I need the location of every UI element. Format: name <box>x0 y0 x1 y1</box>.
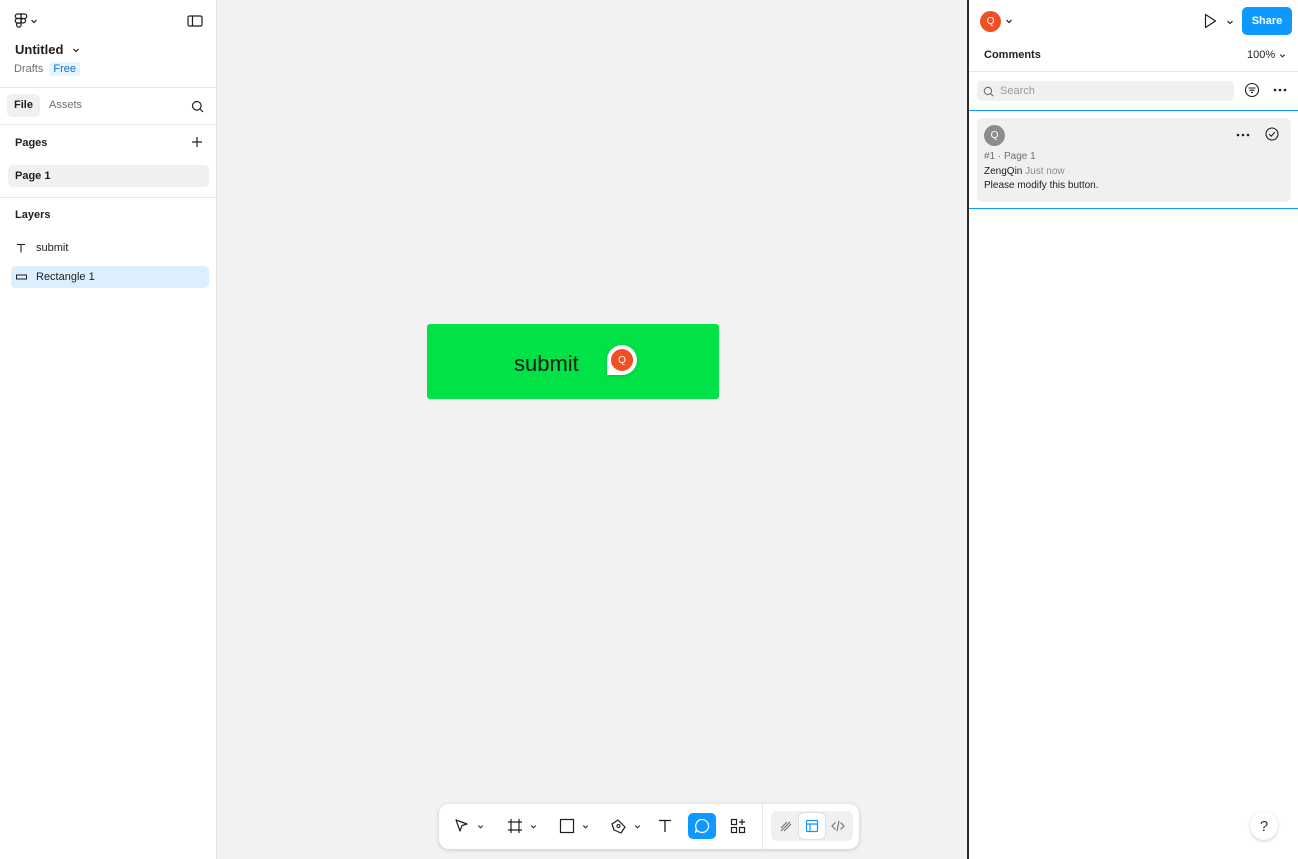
comment-thread-selected: Q #1 · Page 1 ZengQin Just now Please mo… <box>969 110 1298 209</box>
sidebar-icon <box>187 14 203 28</box>
widgets-icon <box>730 818 746 834</box>
comment-time: Just now <box>1025 166 1065 177</box>
chevron-down-icon <box>1279 52 1286 59</box>
more-icon <box>1235 127 1251 143</box>
plan-badge: Free <box>49 62 80 76</box>
plus-icon <box>191 136 203 148</box>
right-header: Q Share <box>969 0 1298 42</box>
search-icon <box>983 86 994 97</box>
chevron-down-icon <box>582 823 589 830</box>
layer-item-submit[interactable]: submit <box>11 237 209 259</box>
comment-icon <box>694 818 710 834</box>
check-circle-icon <box>1265 127 1279 141</box>
canvas[interactable]: submit Q <box>217 0 967 859</box>
comments-header: Comments 100% <box>969 42 1298 72</box>
pages-title: Pages <box>15 137 48 149</box>
file-name-menu[interactable]: Untitled <box>15 42 80 57</box>
tab-file[interactable]: File <box>7 94 40 117</box>
file-location: Drafts Free <box>14 62 80 76</box>
thread-meta: #1 · Page 1 <box>984 151 1036 162</box>
canvas-submit-text[interactable]: submit <box>514 351 579 377</box>
file-name: Untitled <box>15 42 64 57</box>
text-icon <box>657 818 673 834</box>
avatar: Q <box>984 125 1005 146</box>
comment-author: ZengQin <box>984 166 1023 177</box>
chevron-down-icon[interactable] <box>1005 17 1013 25</box>
text-icon <box>11 243 31 253</box>
comments-title: Comments <box>984 49 1041 61</box>
pen-icon <box>610 818 627 834</box>
actions-button[interactable] <box>727 813 749 839</box>
thread-more-button[interactable] <box>1235 127 1251 143</box>
design-mode-button[interactable] <box>801 813 823 839</box>
main-menu-button[interactable] <box>14 12 38 30</box>
left-tabs: File Assets <box>0 88 216 125</box>
comment-pin[interactable]: Q <box>607 345 637 375</box>
cursor-icon <box>454 818 472 834</box>
comment-tool-button[interactable] <box>688 813 716 839</box>
layer-label: submit <box>36 242 69 254</box>
left-panel: Untitled Drafts Free File Assets Pages P… <box>0 0 217 859</box>
layer-item-rectangle[interactable]: Rectangle 1 <box>11 266 209 288</box>
resolve-button[interactable] <box>1265 127 1279 141</box>
zoom-level: 100% <box>1247 49 1276 61</box>
draw-mode-button[interactable] <box>775 813 797 839</box>
search-input[interactable] <box>1000 85 1220 97</box>
frame-tool-button[interactable] <box>502 813 542 839</box>
mode-switcher <box>771 811 853 841</box>
pages-section: Pages Page 1 <box>0 125 216 198</box>
chevron-down-icon <box>72 46 80 54</box>
toolbar-divider <box>762 804 763 849</box>
design-icon <box>805 819 819 833</box>
text-tool-button[interactable] <box>654 813 676 839</box>
chevron-down-icon <box>477 823 484 830</box>
comment-search <box>977 81 1234 101</box>
comment-thread[interactable]: Q #1 · Page 1 ZengQin Just now Please mo… <box>977 118 1291 202</box>
move-tool-button[interactable] <box>449 813 489 839</box>
toggle-sidebar-button[interactable] <box>187 14 203 28</box>
filter-button[interactable] <box>1244 82 1260 98</box>
more-options-button[interactable] <box>1272 82 1288 98</box>
help-button[interactable]: ? <box>1250 812 1278 840</box>
square-icon <box>559 818 575 834</box>
figma-logo-icon <box>14 13 28 29</box>
more-icon <box>1272 82 1288 98</box>
present-button[interactable] <box>1202 13 1218 29</box>
page-item[interactable]: Page 1 <box>8 165 209 187</box>
zoom-menu[interactable]: 100% <box>1247 49 1286 61</box>
file-header: Untitled Drafts Free <box>0 0 216 88</box>
code-icon <box>831 819 845 833</box>
tab-assets[interactable]: Assets <box>42 94 89 117</box>
play-icon <box>1202 13 1218 29</box>
chevron-down-icon <box>634 823 641 830</box>
location-link[interactable]: Drafts <box>14 63 43 75</box>
thread-author-row: ZengQin Just now <box>984 166 1065 177</box>
search-icon <box>191 100 204 113</box>
draw-icon <box>779 819 793 833</box>
user-avatar[interactable]: Q <box>980 11 1001 32</box>
layer-label: Rectangle 1 <box>36 271 95 283</box>
comment-body: Please modify this button. <box>984 180 1099 191</box>
comment-pin-avatar: Q <box>611 349 633 371</box>
right-panel: Q Share Comments 100% Search Q #1 · Page… <box>967 0 1298 859</box>
filter-icon <box>1244 82 1260 98</box>
shape-tool-button[interactable] <box>554 813 594 839</box>
chevron-down-icon <box>530 823 537 830</box>
add-page-button[interactable] <box>191 136 203 148</box>
bottom-toolbar <box>439 804 859 849</box>
frame-icon <box>507 818 523 834</box>
layers-title: Layers <box>15 209 51 221</box>
share-button[interactable]: Share <box>1242 7 1292 35</box>
dev-mode-button[interactable] <box>827 813 849 839</box>
layer-search-button[interactable] <box>191 100 204 113</box>
rectangle-icon <box>11 274 31 280</box>
chevron-down-icon <box>30 17 38 25</box>
pen-tool-button[interactable] <box>605 813 645 839</box>
chevron-down-icon[interactable] <box>1226 18 1234 26</box>
